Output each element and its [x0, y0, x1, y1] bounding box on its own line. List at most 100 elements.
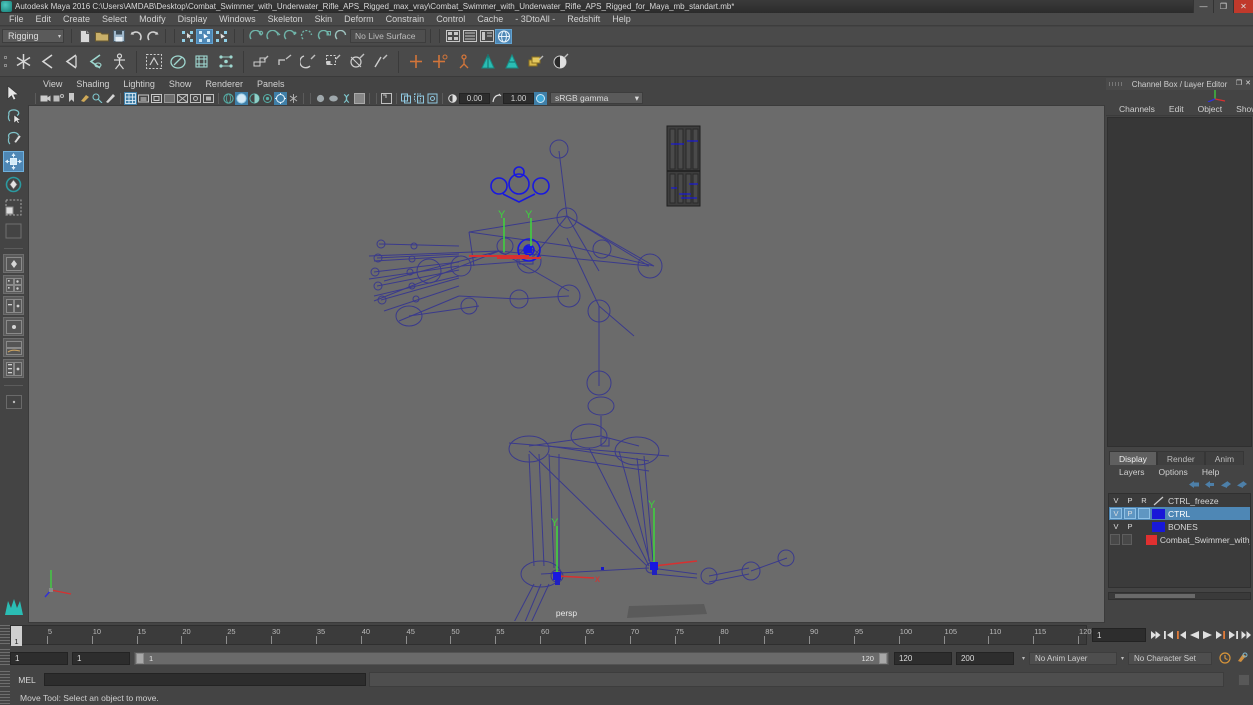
camera-attributes-icon[interactable]	[52, 92, 65, 105]
make-live-icon[interactable]	[333, 29, 350, 44]
exposure-icon[interactable]	[446, 92, 459, 105]
layer-reference-toggle[interactable]	[1134, 534, 1144, 545]
current-time-indicator[interactable]: 1	[11, 626, 22, 646]
smooth-shade-icon[interactable]	[235, 92, 248, 105]
tab-anim[interactable]: Anim	[1205, 451, 1244, 465]
channel-box-area[interactable]	[1107, 117, 1252, 447]
dock-restore-button[interactable]: ❐	[1236, 79, 1242, 87]
paint-select-tool[interactable]	[3, 128, 24, 149]
bookmark-icon[interactable]	[65, 92, 78, 105]
select-component-icon[interactable]	[213, 29, 230, 44]
play-forwards-button[interactable]	[1201, 628, 1214, 643]
rotate-tool[interactable]	[3, 174, 24, 195]
layer-playback-toggle[interactable]	[1122, 534, 1132, 545]
range-slider-grip[interactable]	[0, 649, 10, 667]
smooth-bind-icon[interactable]	[190, 49, 214, 75]
film-gate-icon[interactable]	[137, 92, 150, 105]
layout-more-icon[interactable]	[3, 391, 24, 412]
open-scene-icon[interactable]	[93, 29, 110, 44]
step-forward-frame-button[interactable]	[1214, 628, 1227, 643]
menu-3dtoall[interactable]: - 3DtoAll -	[509, 13, 561, 26]
dock-grip[interactable]	[1109, 82, 1123, 86]
menu-modify[interactable]: Modify	[133, 13, 172, 26]
range-slider-track[interactable]: 1 120	[134, 652, 889, 665]
depth-of-field-icon[interactable]	[340, 92, 353, 105]
grease-pencil-icon[interactable]	[104, 92, 117, 105]
move-layer-down-button[interactable]	[1237, 480, 1248, 491]
insert-joint-icon[interactable]	[428, 49, 452, 75]
render-settings-icon[interactable]	[426, 92, 439, 105]
menu-file[interactable]: File	[3, 13, 30, 26]
use-all-lights-icon[interactable]	[261, 92, 274, 105]
aim-constraint-icon[interactable]	[345, 49, 369, 75]
smooth-shade-textures-icon[interactable]	[248, 92, 261, 105]
command-language-label[interactable]: MEL	[10, 675, 44, 685]
step-forward-key-button[interactable]	[1227, 628, 1240, 643]
command-input-field[interactable]	[44, 673, 366, 686]
motion-blur-icon[interactable]	[314, 92, 327, 105]
quick-rig-icon[interactable]	[107, 49, 131, 75]
step-back-key-button[interactable]	[1162, 628, 1175, 643]
layer-row-ctrl[interactable]: V P CTRL	[1109, 507, 1250, 520]
menu-set-selector[interactable]: Rigging ▾	[2, 29, 64, 43]
panel-menu-view[interactable]: View	[36, 78, 69, 91]
channelbox-menu-show[interactable]: Show	[1229, 104, 1253, 114]
layer-playback-toggle[interactable]: P	[1124, 508, 1136, 519]
character-set-selector[interactable]: No Character Set	[1128, 652, 1212, 665]
command-line-grip[interactable]	[0, 671, 10, 688]
anim-layer-selector[interactable]: No Anim Layer	[1029, 652, 1117, 665]
undo-icon[interactable]	[127, 29, 144, 44]
channel-box-icon[interactable]	[495, 29, 512, 44]
time-slider-track[interactable]: 1 51015202530354045505560657075808590951…	[10, 625, 1087, 645]
menu-select[interactable]: Select	[96, 13, 133, 26]
snapshot-icon[interactable]	[380, 92, 393, 105]
shadows-icon[interactable]	[274, 92, 287, 105]
layer-reference-toggle[interactable]: R	[1138, 495, 1150, 506]
layer-list-scrollbar[interactable]	[1108, 592, 1251, 600]
move-layer-up-button[interactable]	[1221, 480, 1232, 491]
minimize-button[interactable]: —	[1193, 0, 1213, 13]
shelf-grip[interactable]	[0, 48, 11, 76]
pole-vector-constraint-icon[interactable]	[369, 49, 393, 75]
panel-menu-renderer[interactable]: Renderer	[198, 78, 250, 91]
channelbox-menu-object[interactable]: Object	[1191, 104, 1230, 114]
scale-constraint-icon[interactable]	[321, 49, 345, 75]
layer-reference-toggle[interactable]	[1138, 521, 1150, 532]
go-to-end-button[interactable]	[1240, 628, 1253, 643]
anim-start-time-field[interactable]: 1	[10, 652, 68, 665]
viewport-render-icon[interactable]	[400, 92, 413, 105]
layer-color-swatch[interactable]	[1152, 522, 1165, 532]
menu-edit[interactable]: Edit	[30, 13, 58, 26]
orient-constraint-icon[interactable]	[297, 49, 321, 75]
time-slider-grip[interactable]	[0, 625, 10, 645]
snap-curve-icon[interactable]	[265, 29, 282, 44]
ik-handle-tool-icon[interactable]	[35, 49, 59, 75]
menu-display[interactable]: Display	[172, 13, 214, 26]
dock-grip-2[interactable]	[1184, 82, 1198, 86]
menu-constrain[interactable]: Constrain	[380, 13, 431, 26]
snap-projected-icon[interactable]	[299, 29, 316, 44]
new-layer-button[interactable]	[1189, 480, 1200, 491]
exposure-field[interactable]: 0.00	[459, 93, 490, 104]
layout-two-pane-side[interactable]	[3, 296, 24, 315]
layer-visibility-toggle[interactable]	[1110, 534, 1120, 545]
screen-space-ao-icon[interactable]	[287, 92, 300, 105]
step-back-frame-button[interactable]	[1175, 628, 1188, 643]
snap-grid-icon[interactable]	[248, 29, 265, 44]
menu-skin[interactable]: Skin	[309, 13, 339, 26]
move-tool[interactable]	[3, 151, 24, 172]
new-layer-from-selected-button[interactable]	[1205, 480, 1216, 491]
deformer-cluster-icon[interactable]	[500, 49, 524, 75]
attribute-editor-icon[interactable]	[461, 29, 478, 44]
menu-skeleton[interactable]: Skeleton	[262, 13, 309, 26]
layer-reference-toggle[interactable]	[1138, 508, 1150, 519]
mirror-joint-icon[interactable]	[404, 49, 428, 75]
maximize-button[interactable]: ❐	[1213, 0, 1233, 13]
snap-point-icon[interactable]	[282, 29, 299, 44]
layer-row-ctrl-freeze[interactable]: V P R CTRL_freeze	[1109, 494, 1250, 507]
menu-control[interactable]: Control	[430, 13, 471, 26]
save-scene-icon[interactable]	[110, 29, 127, 44]
grid-toggle-icon[interactable]	[124, 92, 137, 105]
tab-display[interactable]: Display	[1109, 451, 1157, 465]
script-editor-button[interactable]	[1238, 674, 1250, 686]
